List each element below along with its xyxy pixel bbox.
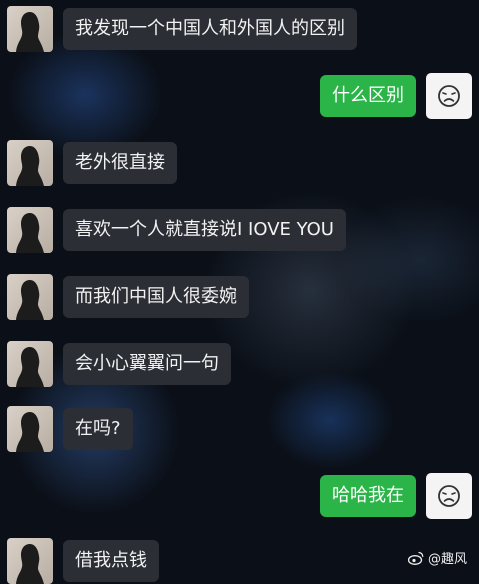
message-bubble[interactable]: 会小心翼翼问一句	[63, 343, 231, 385]
contact-avatar[interactable]	[7, 341, 53, 387]
silhouette-icon	[16, 544, 44, 584]
contact-avatar[interactable]	[7, 538, 53, 584]
message-row: 哈哈我在	[320, 473, 472, 519]
contact-avatar[interactable]	[7, 207, 53, 253]
contact-avatar[interactable]	[7, 6, 53, 52]
silhouette-icon	[16, 12, 44, 52]
message-row: 我发现一个中国人和外国人的区别	[7, 6, 357, 52]
contact-avatar[interactable]	[7, 406, 53, 452]
message-bubble[interactable]: 在吗?	[63, 408, 133, 450]
sad-face-icon	[438, 85, 460, 107]
message-row: 而我们中国人很委婉	[7, 274, 249, 320]
contact-avatar[interactable]	[7, 140, 53, 186]
message-row: 喜欢一个人就直接说I IOVE YOU	[7, 207, 346, 253]
watermark: @趣风	[407, 548, 467, 567]
silhouette-icon	[16, 347, 44, 387]
contact-avatar[interactable]	[7, 274, 53, 320]
user-avatar[interactable]	[426, 473, 472, 519]
message-bubble[interactable]: 喜欢一个人就直接说I IOVE YOU	[63, 209, 346, 251]
sad-face-icon	[438, 485, 460, 507]
message-row: 什么区别	[320, 73, 472, 119]
silhouette-icon	[16, 280, 44, 320]
message-row: 老外很直接	[7, 140, 177, 186]
message-bubble[interactable]: 哈哈我在	[320, 475, 416, 517]
silhouette-icon	[16, 213, 44, 253]
silhouette-icon	[16, 412, 44, 452]
weibo-icon	[407, 551, 424, 565]
user-avatar[interactable]	[426, 73, 472, 119]
silhouette-icon	[16, 146, 44, 186]
message-bubble[interactable]: 我发现一个中国人和外国人的区别	[63, 8, 357, 50]
message-row: 借我点钱	[7, 538, 159, 584]
message-bubble[interactable]: 老外很直接	[63, 142, 177, 184]
message-row: 会小心翼翼问一句	[7, 341, 231, 387]
message-bubble[interactable]: 借我点钱	[63, 540, 159, 582]
watermark-text: @趣风	[427, 552, 467, 567]
message-bubble[interactable]: 什么区别	[320, 75, 416, 117]
message-row: 在吗?	[7, 406, 133, 452]
message-bubble[interactable]: 而我们中国人很委婉	[63, 276, 249, 318]
